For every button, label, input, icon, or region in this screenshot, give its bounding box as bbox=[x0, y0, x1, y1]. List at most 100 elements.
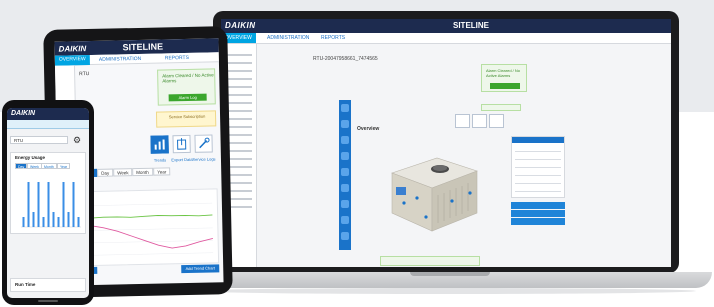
detail-row bbox=[515, 183, 561, 184]
overview-heading: Overview bbox=[357, 126, 380, 132]
run-time-title: Run Time bbox=[15, 282, 36, 287]
export-data-button[interactable] bbox=[172, 134, 191, 154]
unit-title: RTU-20047958661_7474565 bbox=[313, 56, 378, 62]
subscription-text: Service Subscription bbox=[168, 113, 206, 120]
alarm-status-box: Alarm Cleared / No Active Alarms bbox=[481, 64, 527, 92]
service-logs-label: Service Logs bbox=[192, 156, 216, 162]
unit-details-panel bbox=[511, 136, 565, 198]
tab-overview[interactable]: OVERVIEW bbox=[54, 55, 90, 66]
range-month[interactable]: Month bbox=[41, 163, 57, 169]
sidebar-item[interactable] bbox=[224, 54, 252, 56]
tool-rail bbox=[339, 100, 351, 250]
range-day[interactable]: Day bbox=[97, 168, 114, 177]
phone-screen: DAIKIN RTU ⚙ Energy Usage Day Week Month… bbox=[7, 108, 89, 298]
service-logs-button[interactable] bbox=[194, 134, 213, 153]
status-bar bbox=[380, 256, 480, 266]
tablet-navbar: OVERVIEW ADMINISTRATION REPORTS bbox=[54, 52, 219, 66]
fan-icon[interactable] bbox=[341, 184, 349, 192]
collapsed-section[interactable] bbox=[511, 210, 565, 217]
range-month[interactable]: Month bbox=[132, 167, 153, 177]
list-icon[interactable] bbox=[341, 232, 349, 240]
detail-row bbox=[515, 175, 561, 176]
range-year[interactable]: Year bbox=[57, 163, 71, 169]
wrench-icon[interactable] bbox=[341, 120, 349, 128]
phone-alert-bar bbox=[7, 120, 89, 129]
laptop-header: DAIKIN SITELINE bbox=[221, 19, 671, 33]
settings-icon[interactable] bbox=[341, 104, 349, 112]
laptop-shadow bbox=[196, 288, 696, 294]
sidebar-item[interactable] bbox=[224, 70, 252, 72]
bar bbox=[62, 182, 65, 227]
phone-header: DAIKIN bbox=[7, 108, 89, 120]
laptop-screen: DAIKIN SITELINE OVERVIEW ADMINISTRATION … bbox=[221, 19, 671, 267]
bar bbox=[32, 212, 35, 227]
chart-icon bbox=[154, 139, 165, 150]
detail-row bbox=[515, 191, 561, 192]
bar bbox=[22, 217, 25, 227]
export-button[interactable] bbox=[489, 114, 504, 128]
phone-logo: DAIKIN bbox=[11, 110, 36, 117]
rooftop-unit-image bbox=[391, 157, 478, 232]
range-year[interactable]: Year bbox=[153, 167, 171, 176]
laptop-main: RTU-20047958661_7474565 Alarm Cleared / … bbox=[257, 44, 671, 267]
bar bbox=[67, 212, 70, 227]
tools-icon[interactable] bbox=[341, 200, 349, 208]
tab-reports[interactable]: REPORTS bbox=[165, 55, 189, 62]
tablet-logo: DAIKIN bbox=[58, 44, 87, 54]
panel-header bbox=[512, 137, 564, 143]
subscription-box bbox=[481, 104, 521, 111]
gridline bbox=[89, 202, 213, 206]
unit-select-value: RTU bbox=[14, 138, 24, 143]
trends-button[interactable] bbox=[150, 135, 169, 154]
subscription-notice: Service Subscription bbox=[155, 110, 217, 128]
laptop-navbar: OVERVIEW ADMINISTRATION REPORTS bbox=[221, 33, 671, 44]
view-button[interactable] bbox=[455, 114, 470, 128]
energy-bar-chart bbox=[21, 182, 81, 228]
energy-usage-title: Energy Usage bbox=[15, 155, 46, 160]
export-icon bbox=[177, 138, 187, 150]
unit-select[interactable]: RTU bbox=[10, 136, 68, 144]
range-day[interactable]: Day bbox=[15, 163, 28, 169]
gridline bbox=[90, 252, 214, 256]
bar bbox=[37, 182, 40, 227]
alarm-log-button[interactable] bbox=[490, 83, 520, 89]
range-week[interactable]: Week bbox=[113, 168, 133, 177]
alarm-status-box: Alarm Cleared / No Active Alarms Alarm L… bbox=[157, 68, 216, 106]
search-button[interactable] bbox=[472, 114, 487, 128]
bar bbox=[57, 217, 60, 227]
detail-row bbox=[515, 159, 561, 160]
range-week[interactable]: Week bbox=[27, 163, 42, 169]
unit-name: RTU bbox=[79, 71, 90, 78]
tab-reports[interactable]: REPORTS bbox=[321, 35, 345, 41]
laptop-hinge-notch bbox=[410, 272, 490, 276]
run-time-card: Run Time bbox=[10, 278, 86, 292]
bar bbox=[47, 182, 50, 227]
laptop-logo: DAIKIN bbox=[225, 21, 256, 30]
trend-chart bbox=[79, 188, 220, 267]
collapsed-section[interactable] bbox=[511, 202, 565, 209]
series-line-1 bbox=[89, 225, 213, 249]
bar bbox=[77, 217, 80, 227]
snowflake-icon[interactable] bbox=[341, 136, 349, 144]
grid-icon[interactable] bbox=[341, 216, 349, 224]
trends-label: Trends bbox=[153, 157, 167, 163]
export-data-label: Export Data bbox=[171, 156, 193, 163]
alarm-log-button[interactable]: Alarm Log bbox=[168, 93, 207, 102]
sidebar-item[interactable] bbox=[224, 62, 252, 64]
flame-icon[interactable] bbox=[341, 168, 349, 176]
alarm-status-text: Alarm Cleared / No Active Alarms bbox=[162, 72, 214, 84]
bar bbox=[72, 182, 75, 227]
add-trend-chart-button[interactable]: Add Trend Chart bbox=[181, 264, 220, 274]
wrench-icon bbox=[199, 137, 210, 149]
tablet-product-name: SITELINE bbox=[122, 41, 164, 53]
bar bbox=[42, 217, 45, 227]
gauge-icon[interactable] bbox=[341, 152, 349, 160]
gear-icon[interactable]: ⚙ bbox=[73, 135, 81, 146]
tab-administration[interactable]: ADMINISTRATION bbox=[99, 56, 142, 63]
laptop-product-name: SITELINE bbox=[453, 21, 490, 30]
bar bbox=[27, 182, 30, 227]
tab-administration[interactable]: ADMINISTRATION bbox=[267, 35, 309, 41]
collapsed-section[interactable] bbox=[511, 218, 565, 225]
bar bbox=[52, 212, 55, 227]
detail-row bbox=[515, 151, 561, 152]
